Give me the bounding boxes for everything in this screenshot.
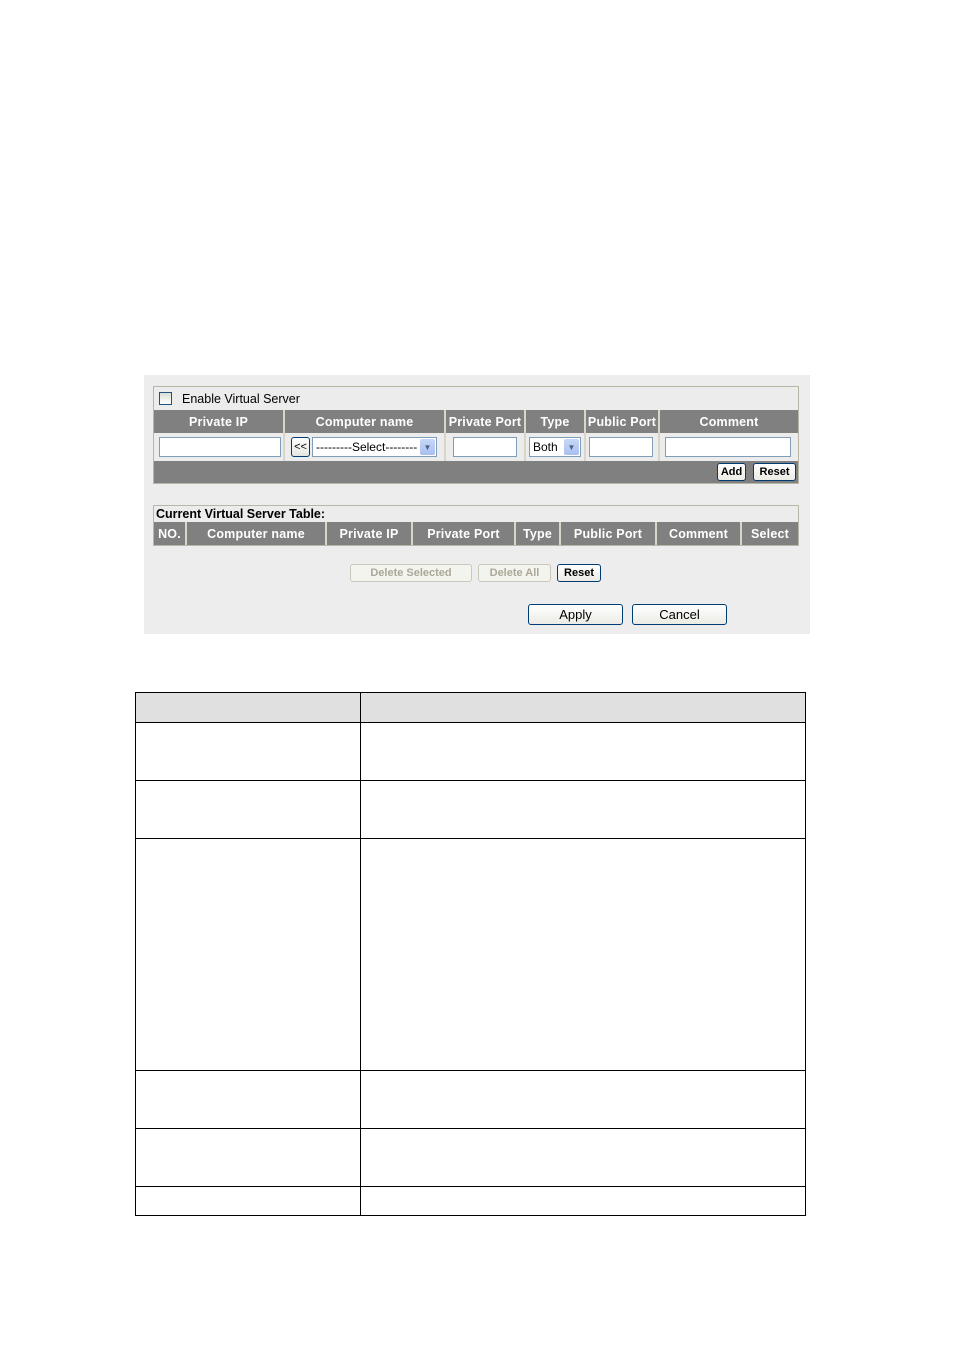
enable-virtual-server-label: Enable Virtual Server xyxy=(182,391,300,406)
description-cell xyxy=(135,780,361,839)
copy-computer-name-button[interactable]: << xyxy=(291,437,310,457)
header-type: Type xyxy=(526,410,586,433)
header-private-port: Private Port xyxy=(413,522,516,545)
description-table xyxy=(135,692,806,1216)
header-type: Type xyxy=(516,522,561,545)
current-virtual-server-table: Current Virtual Server Table: NO. Comput… xyxy=(153,505,799,546)
header-comment: Comment xyxy=(699,414,759,429)
description-header-cell xyxy=(135,692,361,723)
header-comment: Comment xyxy=(657,522,742,545)
description-cell xyxy=(360,838,806,1071)
description-cell xyxy=(135,838,361,1071)
header-private-ip: Private IP xyxy=(154,410,285,433)
private-ip-cell xyxy=(154,433,285,461)
description-row xyxy=(135,838,806,1071)
description-cell xyxy=(360,722,806,781)
virtual-server-form: Enable Virtual Server Private IP Compute… xyxy=(153,386,799,484)
description-row xyxy=(135,1186,806,1216)
description-cell xyxy=(135,1128,361,1187)
apply-button[interactable]: Apply xyxy=(528,604,623,625)
computer-name-select[interactable]: ---------Select-------- ▼ xyxy=(312,437,437,457)
add-button[interactable]: Add xyxy=(717,463,746,481)
header-public-port: Public Port xyxy=(561,522,657,545)
form-action-row: Add Reset xyxy=(154,461,798,483)
chevron-down-icon: ▼ xyxy=(420,439,435,455)
table-action-buttons: Delete Selected Delete All Reset xyxy=(350,564,601,582)
description-cell xyxy=(360,1186,806,1216)
cancel-button[interactable]: Cancel xyxy=(632,604,727,625)
form-header-row: Private IP Computer name Private Port Ty… xyxy=(154,410,798,433)
form-input-row: << ---------Select-------- ▼ Both ▼ xyxy=(154,433,798,461)
type-cell: Both ▼ xyxy=(526,433,586,461)
description-cell xyxy=(135,722,361,781)
delete-selected-button[interactable]: Delete Selected xyxy=(350,564,472,582)
private-port-input[interactable] xyxy=(453,437,517,457)
description-header-cell xyxy=(360,692,806,723)
private-port-cell xyxy=(446,433,526,461)
type-select-value: Both xyxy=(533,440,558,454)
header-no: NO. xyxy=(154,522,187,545)
description-row xyxy=(135,1070,806,1129)
table-title: Current Virtual Server Table: xyxy=(156,507,326,521)
header-private-ip: Private IP xyxy=(327,522,413,545)
enable-virtual-server-checkbox[interactable] xyxy=(159,392,172,405)
comment-input[interactable] xyxy=(665,437,791,457)
public-port-cell xyxy=(586,433,660,461)
description-row xyxy=(135,780,806,839)
description-cell xyxy=(135,1070,361,1129)
table-header-row: NO. Computer name Private IP Private Por… xyxy=(154,522,798,545)
public-port-input[interactable] xyxy=(589,437,653,457)
header-computer-name: Computer name xyxy=(187,522,327,545)
delete-all-button[interactable]: Delete All xyxy=(478,564,551,582)
description-row xyxy=(135,1128,806,1187)
computer-name-select-value: ---------Select-------- xyxy=(316,440,418,454)
computer-name-cell: << ---------Select-------- ▼ xyxy=(285,433,446,461)
description-header-row xyxy=(135,692,806,723)
type-select[interactable]: Both ▼ xyxy=(529,437,581,457)
header-computer-name: Computer name xyxy=(285,410,446,433)
header-private-port: Private Port xyxy=(446,410,526,433)
header-select: Select xyxy=(750,526,790,541)
header-public-port: Public Port xyxy=(586,410,660,433)
form-reset-button[interactable]: Reset xyxy=(753,463,796,481)
description-row xyxy=(135,722,806,781)
table-reset-button[interactable]: Reset xyxy=(557,564,601,582)
description-cell xyxy=(360,780,806,839)
description-cell xyxy=(135,1186,361,1216)
virtual-server-screenshot: Enable Virtual Server Private IP Compute… xyxy=(144,375,810,634)
description-cell xyxy=(360,1070,806,1129)
enable-virtual-server-row: Enable Virtual Server xyxy=(154,387,798,410)
private-ip-input[interactable] xyxy=(159,437,281,457)
comment-cell xyxy=(660,433,798,461)
chevron-down-icon: ▼ xyxy=(564,439,579,455)
back-label: << xyxy=(294,441,307,453)
description-cell xyxy=(360,1128,806,1187)
